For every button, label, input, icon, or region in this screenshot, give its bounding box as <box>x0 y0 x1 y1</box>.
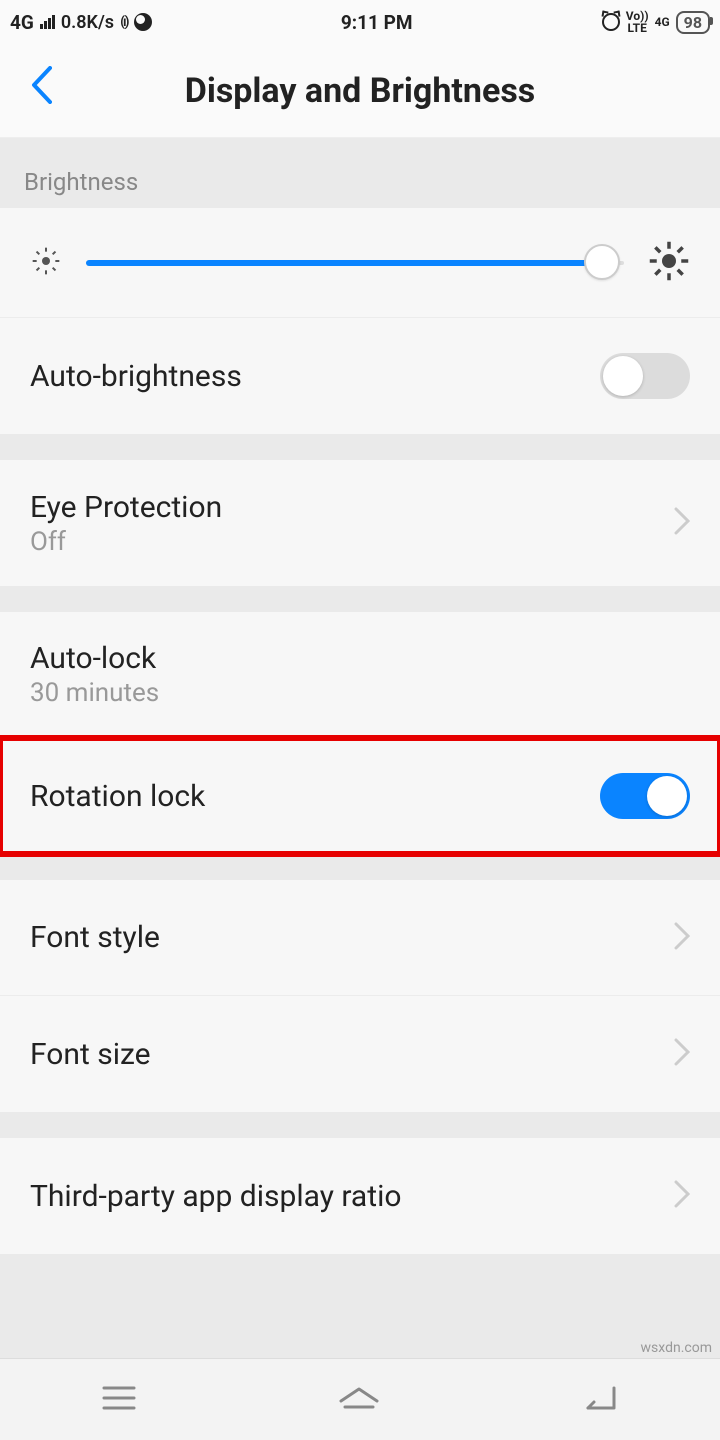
brightness-low-icon <box>30 245 62 281</box>
chevron-right-icon <box>674 1033 690 1075</box>
network-type: 4G <box>10 11 34 34</box>
dnd-icon <box>134 13 152 31</box>
brightness-high-icon <box>648 240 690 286</box>
brightness-slider-row <box>0 208 720 318</box>
eye-protection-value: Off <box>30 527 674 557</box>
status-time: 9:11 PM <box>341 11 413 34</box>
font-size-row[interactable]: Font size <box>0 996 720 1112</box>
volte-icon: Vo))LTE <box>626 10 649 34</box>
watermark: wsxdn.com <box>641 1340 712 1356</box>
back-button[interactable] <box>30 66 52 115</box>
chevron-right-icon <box>674 917 690 959</box>
network2-icon: 4G <box>655 16 670 28</box>
font-style-label: Font style <box>30 920 674 955</box>
font-style-row[interactable]: Font style <box>0 880 720 996</box>
auto-brightness-toggle[interactable] <box>600 353 690 399</box>
status-bar: 4G 0.8K/s (ı) 9:11 PM Vo))LTE 4G 98 <box>0 0 720 44</box>
title-bar: Display and Brightness <box>0 44 720 138</box>
auto-lock-label: Auto-lock <box>30 641 690 676</box>
chevron-right-icon <box>674 1175 690 1217</box>
eye-protection-label: Eye Protection <box>30 490 674 525</box>
chevron-right-icon <box>674 502 690 544</box>
status-left: 4G 0.8K/s (ı) <box>10 11 152 34</box>
wifi-activity-icon: (ı) <box>120 14 128 30</box>
data-speed: 0.8K/s <box>61 12 114 33</box>
recent-apps-button[interactable] <box>100 1383 138 1417</box>
third-party-ratio-row[interactable]: Third-party app display ratio <box>0 1138 720 1254</box>
back-nav-button[interactable] <box>580 1382 620 1418</box>
auto-lock-value: 30 minutes <box>30 678 690 708</box>
font-size-label: Font size <box>30 1037 674 1072</box>
third-party-label: Third-party app display ratio <box>30 1179 674 1214</box>
brightness-section-label: Brightness <box>0 138 720 208</box>
rotation-lock-label: Rotation lock <box>30 779 600 814</box>
eye-protection-row[interactable]: Eye Protection Off <box>0 460 720 586</box>
slider-thumb[interactable] <box>584 244 620 280</box>
auto-brightness-label: Auto-brightness <box>30 359 600 394</box>
signal-icon <box>40 15 55 29</box>
status-right: Vo))LTE 4G 98 <box>602 10 710 34</box>
navigation-bar <box>0 1358 720 1440</box>
page-title: Display and Brightness <box>0 71 720 111</box>
rotation-lock-row[interactable]: Rotation lock <box>0 738 720 854</box>
rotation-lock-toggle[interactable] <box>600 773 690 819</box>
home-button[interactable] <box>337 1383 381 1417</box>
battery-indicator: 98 <box>676 11 710 34</box>
brightness-slider[interactable] <box>86 260 624 266</box>
auto-brightness-row[interactable]: Auto-brightness <box>0 318 720 434</box>
alarm-icon <box>602 13 620 31</box>
auto-lock-row[interactable]: Auto-lock 30 minutes <box>0 612 720 738</box>
